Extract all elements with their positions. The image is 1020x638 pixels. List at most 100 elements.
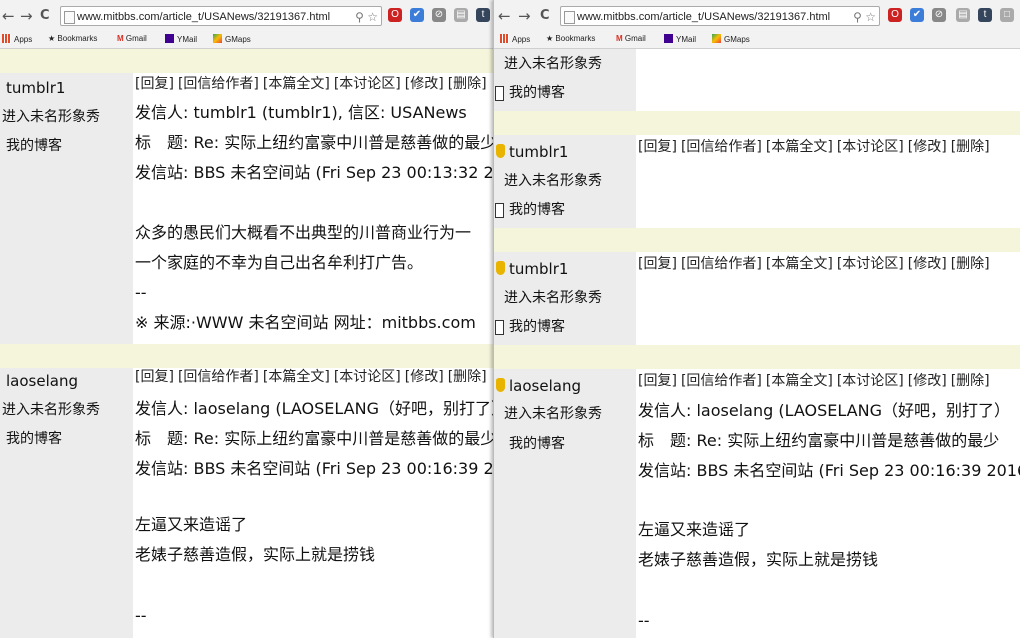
board-link[interactable]: [本讨论区] [837,139,904,155]
block-extension-icon[interactable]: ⊘ [932,8,946,22]
full-thread-link[interactable]: [本篇全文] [766,139,833,155]
reload-button[interactable]: C [540,7,550,25]
edit-link[interactable]: [修改] [405,369,444,385]
show-link[interactable]: 进入未名形象秀 [504,405,602,423]
gmail-icon: M [117,34,126,43]
author-sidebar: tumblr1 进入未名形象秀 我的博客 [494,252,636,345]
blog-link[interactable]: 我的博客 [509,318,565,336]
show-link[interactable]: 进入未名形象秀 [2,401,100,419]
tumblr-extension-icon[interactable]: t [978,8,992,22]
bookmark-bookmarks[interactable]: ★ Bookmarks [546,34,595,43]
board-link[interactable]: [本讨论区] [334,369,401,385]
reply-author-link[interactable]: [回信给作者] [178,76,259,92]
author-sidebar: laoselang 进入未名形象秀 我的博客 [0,368,133,638]
author-name[interactable]: laoselang [6,372,78,390]
post-body: [回复] [回信给作者] [本篇全文] [本讨论区] [修改] [删除] [636,135,1020,228]
post-actions: [回复] [回信给作者] [本篇全文] [本讨论区] [修改] [删除] [638,255,994,273]
left-browser-window: ← → C www.mitbbs.com/article_t/USANews/3… [0,0,495,638]
board-link[interactable]: [本讨论区] [837,373,904,389]
blog-link[interactable]: 我的博客 [509,435,565,453]
blog-link[interactable]: 我的博客 [6,430,62,448]
apps-grid-icon [500,34,509,43]
delete-link[interactable]: [删除] [448,76,487,92]
bookmark-gmail[interactable]: M Gmail [616,34,646,43]
board-link[interactable]: [本讨论区] [334,76,401,92]
bookmark-apps[interactable]: Apps [2,34,32,44]
reply-author-link[interactable]: [回信给作者] [681,139,762,155]
bookmark-gmail[interactable]: M Gmail [117,34,147,43]
show-link[interactable]: 进入未名形象秀 [504,55,602,73]
full-thread-link[interactable]: [本篇全文] [263,369,330,385]
forward-button[interactable]: → [518,7,531,25]
show-link[interactable]: 进入未名形象秀 [2,108,100,126]
full-thread-link[interactable]: [本篇全文] [263,76,330,92]
reply-link[interactable]: [回复] [638,139,677,155]
post-body: [回复] [回信给作者] [本篇全文] [本讨论区] [修改] [删除] 发信人: lao… [133,368,495,638]
post-line: 一个家庭的不幸为自己出名牟利打广告。 [135,253,424,272]
reload-button[interactable]: C [40,7,50,25]
post-body [636,49,1020,111]
edit-link[interactable]: [修改] [908,139,947,155]
post-line: 众多的愚民们大概看不出典型的川普商业行为一 [135,223,472,242]
delete-link[interactable]: [删除] [951,256,990,272]
reply-author-link[interactable]: [回信给作者] [178,369,259,385]
bookmark-apps[interactable]: Apps [500,34,530,44]
doc-extension-icon[interactable]: ▤ [454,8,468,22]
reply-author-link[interactable]: [回信给作者] [681,256,762,272]
post-separator [0,344,495,368]
reply-link[interactable]: [回复] [135,369,174,385]
edit-link[interactable]: [修改] [908,373,947,389]
delete-link[interactable]: [删除] [951,139,990,155]
zoom-star-icons[interactable]: ⚲ ☆ [853,7,876,25]
back-button[interactable]: ← [498,7,511,25]
delete-link[interactable]: [删除] [448,369,487,385]
post-line: 标 题: Re: 实际上纽约富豪中川普是慈善做的最少 [135,133,495,152]
author-name[interactable]: laoselang [509,377,581,395]
back-button[interactable]: ← [2,7,15,25]
forum-post: laoselang 进入未名形象秀 我的博客 [回复] [回信给作者] [本篇全文]… [0,368,495,638]
full-thread-link[interactable]: [本篇全文] [766,256,833,272]
blog-link[interactable]: 我的博客 [6,137,62,155]
opera-extension-icon[interactable]: O [388,8,402,22]
user-badge-icon [496,144,505,158]
bookmarks-bar: Apps ★ Bookmarks M Gmail YMail GMaps [0,31,495,49]
blog-link[interactable]: 我的博客 [509,201,565,219]
reply-link[interactable]: [回复] [638,373,677,389]
doc-extension-icon[interactable]: ▤ [956,8,970,22]
author-name[interactable]: tumblr1 [509,143,568,161]
edit-link[interactable]: [修改] [405,76,444,92]
edit-link[interactable]: [修改] [908,256,947,272]
bookmark-ymail[interactable]: YMail [165,34,197,44]
url-text: www.mitbbs.com/article_t/USANews/3219136… [77,11,331,23]
zoom-star-icons[interactable]: ⚲ ☆ [355,7,378,25]
user-badge-icon [496,378,505,392]
author-name[interactable]: tumblr1 [6,79,65,97]
reply-link[interactable]: [回复] [638,256,677,272]
board-link[interactable]: [本讨论区] [837,256,904,272]
post-line: 发信站: BBS 未名空间站 (Fri Sep 23 00:16:39 2016… [135,459,495,478]
bookmark-bookmarks[interactable]: ★ Bookmarks [48,34,97,43]
tumblr-extension-icon[interactable]: t [476,8,490,22]
blog-link[interactable]: 我的博客 [509,84,565,102]
bookmark-gmaps[interactable]: GMaps [213,34,251,44]
post-line: 发信人: laoselang (LAOSELANG（好吧，别打了） [135,399,495,418]
post-line: 发信人: laoselang (LAOSELANG（好吧，别打了） [638,401,1010,420]
full-thread-link[interactable]: [本篇全文] [766,373,833,389]
address-bar[interactable]: www.mitbbs.com/article_t/USANews/3219136… [60,6,382,26]
opera-extension-icon[interactable]: O [888,8,902,22]
block-extension-icon[interactable]: ⊘ [432,8,446,22]
show-link[interactable]: 进入未名形象秀 [504,289,602,307]
delete-link[interactable]: [删除] [951,373,990,389]
forward-button[interactable]: → [20,7,33,25]
show-link[interactable]: 进入未名形象秀 [504,172,602,190]
reply-link[interactable]: [回复] [135,76,174,92]
browser-toolbar: ← → C www.mitbbs.com/article_t/USANews/3… [494,0,1020,31]
check-extension-icon[interactable]: ✔ [410,8,424,22]
window-extension-icon[interactable]: □ [1000,8,1014,22]
bookmark-ymail[interactable]: YMail [664,34,696,44]
check-extension-icon[interactable]: ✔ [910,8,924,22]
bookmark-gmaps[interactable]: GMaps [712,34,750,44]
reply-author-link[interactable]: [回信给作者] [681,373,762,389]
address-bar[interactable]: www.mitbbs.com/article_t/USANews/3219136… [560,6,880,26]
author-name[interactable]: tumblr1 [509,260,568,278]
